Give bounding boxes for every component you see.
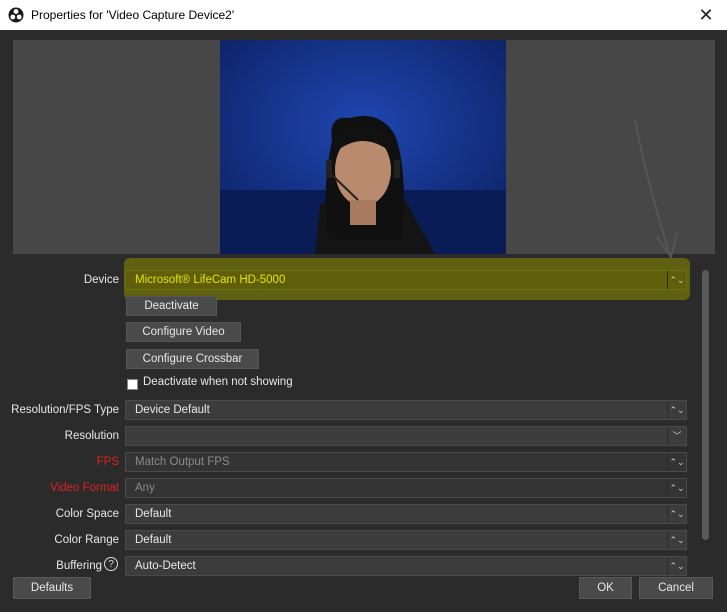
color-range-label: Color Range	[54, 534, 119, 546]
video-format-value: Any	[135, 482, 155, 494]
up-down-chevron-icon: ⌃⌄	[667, 479, 686, 497]
properties-scrollbar[interactable]	[700, 260, 712, 576]
help-icon[interactable]: ?	[104, 557, 118, 571]
scrollbar-thumb[interactable]	[702, 270, 709, 540]
camera-preview-image	[220, 40, 506, 254]
up-down-chevron-icon: ⌃⌄	[667, 531, 686, 549]
color-space-label: Color Space	[55, 508, 119, 520]
resolution-label: Resolution	[64, 430, 119, 442]
deactivate-when-not-showing-checkbox[interactable]	[127, 379, 138, 390]
fps-label: FPS	[96, 456, 119, 468]
color-range-value: Default	[135, 534, 172, 546]
preview-area	[13, 40, 715, 254]
up-down-chevron-icon: ⌃⌄	[667, 453, 686, 471]
color-range-select[interactable]: Default ⌃⌄	[125, 530, 687, 550]
fps-value: Match Output FPS	[135, 456, 230, 468]
device-select[interactable]: Microsoft® LifeCam HD-5000 ⌃⌄	[125, 270, 687, 290]
ok-button[interactable]: OK	[579, 577, 632, 599]
deactivate-button[interactable]: Deactivate	[126, 296, 217, 316]
resolution-fps-type-select[interactable]: Device Default ⌃⌄	[125, 400, 687, 420]
title-bar: Properties for 'Video Capture Device2' ✕	[0, 0, 727, 30]
buffering-label: Buffering	[56, 560, 102, 572]
window-title: Properties for 'Video Capture Device2'	[31, 8, 235, 22]
up-down-chevron-icon: ⌃⌄	[667, 557, 686, 575]
up-down-chevron-icon: ⌃⌄	[667, 505, 686, 523]
configure-video-button[interactable]: Configure Video	[126, 322, 241, 342]
cancel-button[interactable]: Cancel	[639, 577, 713, 599]
defaults-button[interactable]: Defaults	[13, 577, 91, 599]
device-value: Microsoft® LifeCam HD-5000	[135, 274, 286, 286]
deactivate-when-not-showing-label: Deactivate when not showing	[143, 376, 293, 388]
buffering-select[interactable]: Auto-Detect ⌃⌄	[125, 556, 687, 576]
fps-select[interactable]: Match Output FPS ⌃⌄	[125, 452, 687, 472]
resolution-fps-type-label: Resolution/FPS Type	[11, 404, 119, 416]
resolution-fps-type-value: Device Default	[135, 404, 210, 416]
configure-crossbar-button[interactable]: Configure Crossbar	[126, 349, 259, 369]
video-format-select[interactable]: Any ⌃⌄	[125, 478, 687, 498]
chevron-down-icon: ﹀	[667, 427, 686, 445]
up-down-chevron-icon: ⌃⌄	[667, 401, 686, 419]
properties-dialog: Device Microsoft® LifeCam HD-5000 ⌃⌄ Dea…	[0, 30, 727, 612]
resolution-select[interactable]: ﹀	[125, 426, 687, 446]
color-space-value: Default	[135, 508, 172, 520]
hand-drawn-arrow-icon	[634, 119, 678, 260]
device-label: Device	[83, 274, 119, 286]
buffering-value: Auto-Detect	[135, 560, 196, 572]
up-down-chevron-icon: ⌃⌄	[667, 271, 686, 289]
obs-icon	[8, 7, 24, 23]
close-icon[interactable]: ✕	[695, 4, 717, 26]
video-format-label: Video Format	[50, 482, 119, 494]
color-space-select[interactable]: Default ⌃⌄	[125, 504, 687, 524]
